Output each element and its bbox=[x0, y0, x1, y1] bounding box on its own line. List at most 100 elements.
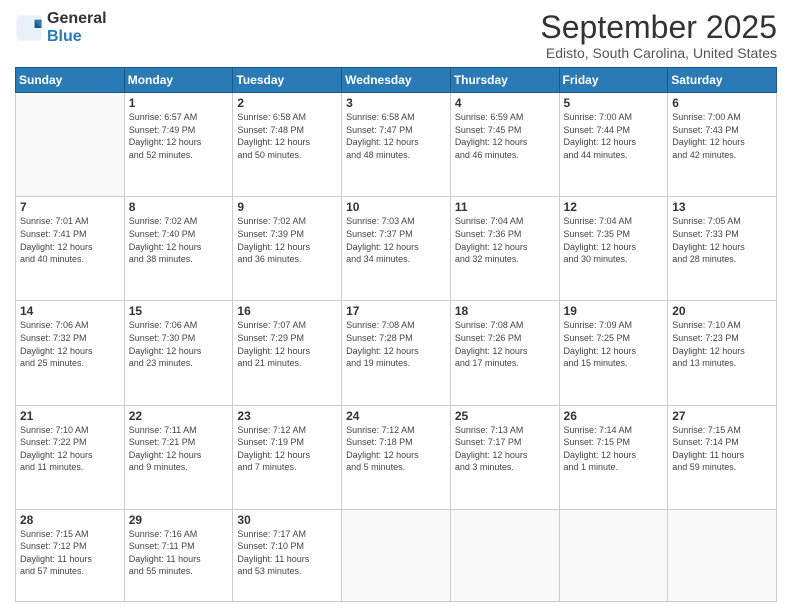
day-detail: Sunrise: 7:12 AM Sunset: 7:19 PM Dayligh… bbox=[237, 424, 337, 474]
day-detail: Sunrise: 7:04 AM Sunset: 7:35 PM Dayligh… bbox=[564, 215, 664, 265]
table-row: 18Sunrise: 7:08 AM Sunset: 7:26 PM Dayli… bbox=[450, 301, 559, 405]
table-row bbox=[559, 509, 668, 601]
day-detail: Sunrise: 7:06 AM Sunset: 7:30 PM Dayligh… bbox=[129, 319, 229, 369]
table-row: 15Sunrise: 7:06 AM Sunset: 7:30 PM Dayli… bbox=[124, 301, 233, 405]
day-number: 27 bbox=[672, 409, 772, 423]
table-row: 12Sunrise: 7:04 AM Sunset: 7:35 PM Dayli… bbox=[559, 197, 668, 301]
day-detail: Sunrise: 7:12 AM Sunset: 7:18 PM Dayligh… bbox=[346, 424, 446, 474]
day-detail: Sunrise: 7:15 AM Sunset: 7:14 PM Dayligh… bbox=[672, 424, 772, 474]
table-row: 27Sunrise: 7:15 AM Sunset: 7:14 PM Dayli… bbox=[668, 405, 777, 509]
table-row: 3Sunrise: 6:58 AM Sunset: 7:47 PM Daylig… bbox=[342, 93, 451, 197]
day-detail: Sunrise: 7:15 AM Sunset: 7:12 PM Dayligh… bbox=[20, 528, 120, 578]
table-row: 6Sunrise: 7:00 AM Sunset: 7:43 PM Daylig… bbox=[668, 93, 777, 197]
table-row: 9Sunrise: 7:02 AM Sunset: 7:39 PM Daylig… bbox=[233, 197, 342, 301]
day-detail: Sunrise: 6:59 AM Sunset: 7:45 PM Dayligh… bbox=[455, 111, 555, 161]
day-detail: Sunrise: 6:58 AM Sunset: 7:47 PM Dayligh… bbox=[346, 111, 446, 161]
day-number: 17 bbox=[346, 304, 446, 318]
day-number: 7 bbox=[20, 200, 120, 214]
table-row: 2Sunrise: 6:58 AM Sunset: 7:48 PM Daylig… bbox=[233, 93, 342, 197]
col-sunday: Sunday bbox=[16, 68, 125, 93]
day-number: 19 bbox=[564, 304, 664, 318]
col-wednesday: Wednesday bbox=[342, 68, 451, 93]
logo: General Blue bbox=[15, 10, 107, 45]
table-row: 24Sunrise: 7:12 AM Sunset: 7:18 PM Dayli… bbox=[342, 405, 451, 509]
col-thursday: Thursday bbox=[450, 68, 559, 93]
day-number: 8 bbox=[129, 200, 229, 214]
day-detail: Sunrise: 7:11 AM Sunset: 7:21 PM Dayligh… bbox=[129, 424, 229, 474]
table-row: 13Sunrise: 7:05 AM Sunset: 7:33 PM Dayli… bbox=[668, 197, 777, 301]
day-detail: Sunrise: 7:01 AM Sunset: 7:41 PM Dayligh… bbox=[20, 215, 120, 265]
day-number: 10 bbox=[346, 200, 446, 214]
day-number: 18 bbox=[455, 304, 555, 318]
day-detail: Sunrise: 7:09 AM Sunset: 7:25 PM Dayligh… bbox=[564, 319, 664, 369]
table-row: 30Sunrise: 7:17 AM Sunset: 7:10 PM Dayli… bbox=[233, 509, 342, 601]
table-row: 1Sunrise: 6:57 AM Sunset: 7:49 PM Daylig… bbox=[124, 93, 233, 197]
col-saturday: Saturday bbox=[668, 68, 777, 93]
day-detail: Sunrise: 7:05 AM Sunset: 7:33 PM Dayligh… bbox=[672, 215, 772, 265]
month-title: September 2025 bbox=[540, 10, 777, 45]
day-detail: Sunrise: 6:58 AM Sunset: 7:48 PM Dayligh… bbox=[237, 111, 337, 161]
title-block: September 2025 Edisto, South Carolina, U… bbox=[540, 10, 777, 61]
day-detail: Sunrise: 7:04 AM Sunset: 7:36 PM Dayligh… bbox=[455, 215, 555, 265]
table-row bbox=[16, 93, 125, 197]
col-friday: Friday bbox=[559, 68, 668, 93]
day-detail: Sunrise: 7:10 AM Sunset: 7:22 PM Dayligh… bbox=[20, 424, 120, 474]
day-detail: Sunrise: 7:08 AM Sunset: 7:28 PM Dayligh… bbox=[346, 319, 446, 369]
header: General Blue September 2025 Edisto, Sout… bbox=[15, 10, 777, 61]
day-number: 1 bbox=[129, 96, 229, 110]
col-tuesday: Tuesday bbox=[233, 68, 342, 93]
calendar-header-row: Sunday Monday Tuesday Wednesday Thursday… bbox=[16, 68, 777, 93]
table-row: 25Sunrise: 7:13 AM Sunset: 7:17 PM Dayli… bbox=[450, 405, 559, 509]
day-number: 20 bbox=[672, 304, 772, 318]
table-row: 16Sunrise: 7:07 AM Sunset: 7:29 PM Dayli… bbox=[233, 301, 342, 405]
day-detail: Sunrise: 7:08 AM Sunset: 7:26 PM Dayligh… bbox=[455, 319, 555, 369]
day-detail: Sunrise: 7:00 AM Sunset: 7:43 PM Dayligh… bbox=[672, 111, 772, 161]
day-number: 4 bbox=[455, 96, 555, 110]
table-row: 4Sunrise: 6:59 AM Sunset: 7:45 PM Daylig… bbox=[450, 93, 559, 197]
day-number: 24 bbox=[346, 409, 446, 423]
day-detail: Sunrise: 7:02 AM Sunset: 7:39 PM Dayligh… bbox=[237, 215, 337, 265]
day-detail: Sunrise: 7:14 AM Sunset: 7:15 PM Dayligh… bbox=[564, 424, 664, 474]
day-detail: Sunrise: 7:00 AM Sunset: 7:44 PM Dayligh… bbox=[564, 111, 664, 161]
table-row: 23Sunrise: 7:12 AM Sunset: 7:19 PM Dayli… bbox=[233, 405, 342, 509]
col-monday: Monday bbox=[124, 68, 233, 93]
table-row bbox=[668, 509, 777, 601]
day-number: 22 bbox=[129, 409, 229, 423]
day-detail: Sunrise: 6:57 AM Sunset: 7:49 PM Dayligh… bbox=[129, 111, 229, 161]
day-number: 16 bbox=[237, 304, 337, 318]
logo-icon bbox=[15, 14, 43, 42]
table-row: 21Sunrise: 7:10 AM Sunset: 7:22 PM Dayli… bbox=[16, 405, 125, 509]
day-number: 9 bbox=[237, 200, 337, 214]
day-number: 3 bbox=[346, 96, 446, 110]
day-number: 11 bbox=[455, 200, 555, 214]
logo-blue-label: Blue bbox=[47, 28, 107, 46]
day-number: 2 bbox=[237, 96, 337, 110]
day-number: 12 bbox=[564, 200, 664, 214]
table-row: 19Sunrise: 7:09 AM Sunset: 7:25 PM Dayli… bbox=[559, 301, 668, 405]
table-row bbox=[342, 509, 451, 601]
day-detail: Sunrise: 7:17 AM Sunset: 7:10 PM Dayligh… bbox=[237, 528, 337, 578]
day-number: 13 bbox=[672, 200, 772, 214]
day-detail: Sunrise: 7:10 AM Sunset: 7:23 PM Dayligh… bbox=[672, 319, 772, 369]
calendar-table: Sunday Monday Tuesday Wednesday Thursday… bbox=[15, 67, 777, 602]
day-number: 15 bbox=[129, 304, 229, 318]
table-row: 22Sunrise: 7:11 AM Sunset: 7:21 PM Dayli… bbox=[124, 405, 233, 509]
table-row: 17Sunrise: 7:08 AM Sunset: 7:28 PM Dayli… bbox=[342, 301, 451, 405]
day-number: 5 bbox=[564, 96, 664, 110]
day-detail: Sunrise: 7:06 AM Sunset: 7:32 PM Dayligh… bbox=[20, 319, 120, 369]
table-row: 26Sunrise: 7:14 AM Sunset: 7:15 PM Dayli… bbox=[559, 405, 668, 509]
day-number: 26 bbox=[564, 409, 664, 423]
day-detail: Sunrise: 7:02 AM Sunset: 7:40 PM Dayligh… bbox=[129, 215, 229, 265]
day-detail: Sunrise: 7:03 AM Sunset: 7:37 PM Dayligh… bbox=[346, 215, 446, 265]
day-number: 21 bbox=[20, 409, 120, 423]
page: General Blue September 2025 Edisto, Sout… bbox=[0, 0, 792, 612]
table-row: 8Sunrise: 7:02 AM Sunset: 7:40 PM Daylig… bbox=[124, 197, 233, 301]
table-row: 28Sunrise: 7:15 AM Sunset: 7:12 PM Dayli… bbox=[16, 509, 125, 601]
day-number: 29 bbox=[129, 513, 229, 527]
day-number: 6 bbox=[672, 96, 772, 110]
table-row: 10Sunrise: 7:03 AM Sunset: 7:37 PM Dayli… bbox=[342, 197, 451, 301]
day-detail: Sunrise: 7:13 AM Sunset: 7:17 PM Dayligh… bbox=[455, 424, 555, 474]
table-row bbox=[450, 509, 559, 601]
day-number: 25 bbox=[455, 409, 555, 423]
subtitle: Edisto, South Carolina, United States bbox=[540, 45, 777, 61]
